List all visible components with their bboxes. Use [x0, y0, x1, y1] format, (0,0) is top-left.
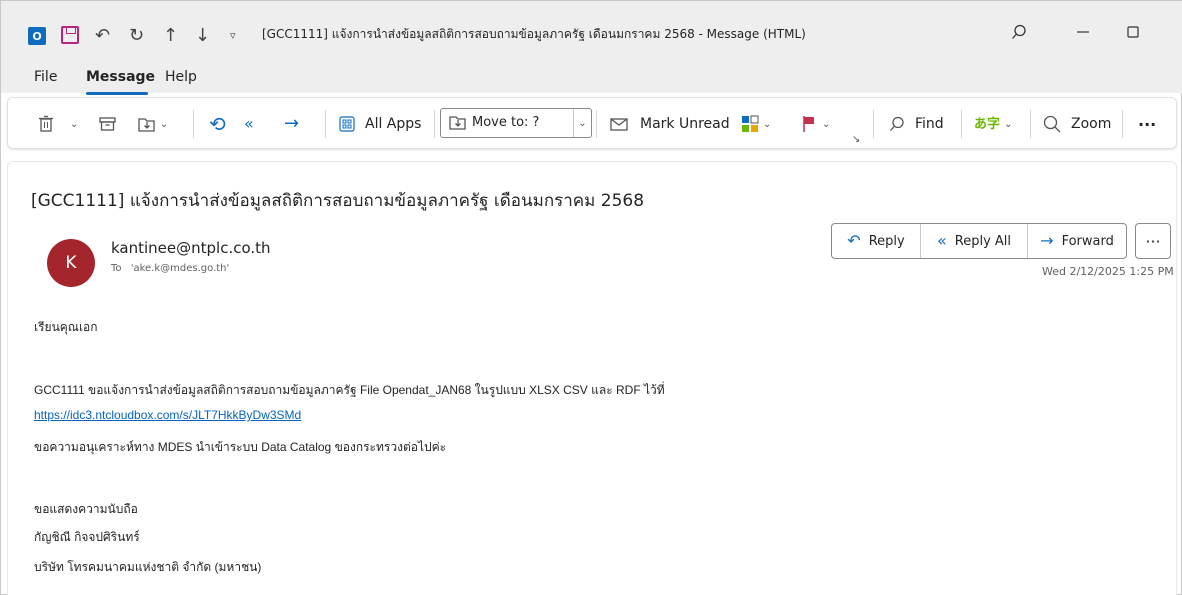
opendata-link[interactable]: https://idc3.ntcloudbox.com/s/JLT7HkkByD… [34, 408, 301, 422]
closing-text: ขอแสดงความนับถือ [34, 502, 138, 516]
redo-icon[interactable]: ↻ [129, 25, 144, 46]
reply-all-icon: « [936, 231, 947, 250]
ribbon-toolbar: ⌄ ⌄ ⟲ « → All Apps Mark Unread ⌄ ⌄ ↘ Fin… [7, 97, 1177, 149]
archive-icon [99, 117, 116, 131]
apps-grid-icon [339, 116, 355, 132]
signer-name: กัญชิณี กิจจปศิรินทร์ [34, 530, 140, 544]
window-title: [GCC1111] แจ้งการนำส่งข้อมูลสถิติการสอบถ… [262, 27, 806, 41]
menu-file[interactable]: File [34, 69, 57, 85]
sender-address[interactable]: kantinee@ntplc.co.th [111, 239, 271, 257]
envelope-icon [610, 118, 628, 131]
reply-label: Reply [868, 233, 905, 249]
quick-access-customize-icon[interactable]: ▿ [230, 25, 236, 45]
chevron-down-icon[interactable]: ⌄ [573, 109, 591, 137]
translate-icon: あ字 [974, 116, 1001, 132]
mark-unread-label: Mark Unread [640, 116, 730, 132]
reply-icon: ↶ [847, 231, 861, 250]
separator [873, 110, 874, 138]
recipient-row: To 'ake.k@mdes.go.th' [111, 263, 229, 274]
move-button[interactable]: ⌄ [138, 112, 168, 136]
archive-button[interactable] [99, 112, 116, 136]
categorize-button[interactable]: ⌄ [741, 112, 771, 136]
all-apps-label: All Apps [365, 116, 422, 132]
zoom-label: Zoom [1071, 116, 1112, 132]
separator [961, 110, 962, 138]
search-icon[interactable] [1004, 19, 1034, 45]
separator [596, 110, 597, 138]
chevron-down-icon[interactable]: ⌄ [70, 119, 78, 130]
active-tab-indicator [86, 92, 148, 95]
outlook-message-window: O ↶ ↻ ↑ ↓ ▿ [GCC1111] แจ้งการนำส่งข้อมูล… [0, 0, 1182, 595]
avatar[interactable]: K [47, 239, 95, 287]
reply-icon[interactable]: ⟲ [209, 112, 226, 136]
menu-bar: File Message Help [1, 63, 1182, 93]
message-subject: [GCC1111] แจ้งการนำส่งข้อมูลสถิติการสอบถ… [31, 191, 645, 211]
forward-icon: → [1040, 231, 1054, 250]
separator [1122, 110, 1123, 138]
zoom-button[interactable]: Zoom [1043, 112, 1111, 136]
separator [325, 110, 326, 138]
move-to-folder-icon [138, 117, 155, 132]
message-actions: ↶ Reply « Reply All → Forward [831, 223, 1127, 259]
move-to-label: Move to: ? [472, 115, 540, 130]
search-icon [890, 116, 904, 131]
delete-button[interactable]: ⌄ [38, 112, 78, 136]
next-item-icon[interactable]: ↓ [195, 25, 210, 46]
chevron-down-icon[interactable]: ⌄ [822, 119, 830, 130]
mark-unread-button[interactable]: Mark Unread [610, 112, 730, 136]
chevron-down-icon[interactable]: ⌄ [160, 119, 168, 130]
maximize-icon[interactable] [1118, 19, 1148, 45]
dialog-launcher-icon[interactable]: ↘ [852, 128, 860, 152]
separator [193, 110, 194, 138]
outlook-logo-icon: O [28, 27, 46, 45]
forward-label: Forward [1061, 233, 1114, 249]
separator [434, 110, 435, 138]
more-actions-button[interactable]: ··· [1135, 223, 1171, 259]
previous-item-icon[interactable]: ↑ [163, 25, 178, 46]
greeting-text: เรียนคุณเอก [34, 320, 98, 334]
move-to-dropdown[interactable]: Move to: ? ⌄ [440, 108, 592, 138]
body-line-1: GCC1111 ขอแจ้งการนำส่งข้อมูลสถิติการสอบถ… [34, 383, 665, 397]
signer-company: บริษัท โทรคมนาคมแห่งชาติ จำกัด (มหาชน) [34, 560, 262, 574]
chevron-down-icon[interactable]: ⌄ [1004, 119, 1012, 130]
all-apps-button[interactable]: All Apps [339, 112, 421, 136]
minimize-icon[interactable] [1068, 19, 1098, 45]
reply-button[interactable]: ↶ Reply [832, 224, 921, 258]
chevron-down-icon[interactable]: ⌄ [763, 119, 771, 130]
body-line-3: ขอความอนุเคราะห์ทาง MDES นำเข้าระบบ Data… [34, 440, 447, 454]
forward-button[interactable]: → Forward [1028, 224, 1126, 258]
title-bar: O ↶ ↻ ↑ ↓ ▿ [GCC1111] แจ้งการนำส่งข้อมูล… [1, 1, 1182, 63]
to-label: To [111, 263, 122, 274]
forward-icon[interactable]: → [284, 112, 299, 136]
save-icon[interactable] [61, 26, 79, 44]
categorize-icon [742, 115, 759, 132]
more-options-button[interactable]: ··· [1138, 112, 1156, 136]
reply-all-icon[interactable]: « [244, 112, 254, 136]
message-date: Wed 2/12/2025 1:25 PM [1042, 265, 1174, 278]
flag-button[interactable]: ⌄ [802, 112, 830, 136]
flag-icon [803, 116, 814, 132]
reply-all-label: Reply All [954, 233, 1012, 249]
trash-icon [39, 115, 53, 132]
menu-message[interactable]: Message [86, 69, 155, 85]
menu-help[interactable]: Help [165, 69, 197, 85]
move-to-folder-icon [449, 116, 466, 130]
reply-all-button[interactable]: « Reply All [921, 224, 1028, 258]
translate-button[interactable]: あ字 ⌄ [974, 112, 1012, 136]
find-button[interactable]: Find [889, 112, 944, 136]
separator [1030, 110, 1031, 138]
undo-icon[interactable]: ↶ [95, 25, 110, 46]
zoom-icon [1043, 115, 1061, 133]
find-label: Find [915, 116, 944, 132]
to-address[interactable]: 'ake.k@mdes.go.th' [131, 263, 230, 274]
